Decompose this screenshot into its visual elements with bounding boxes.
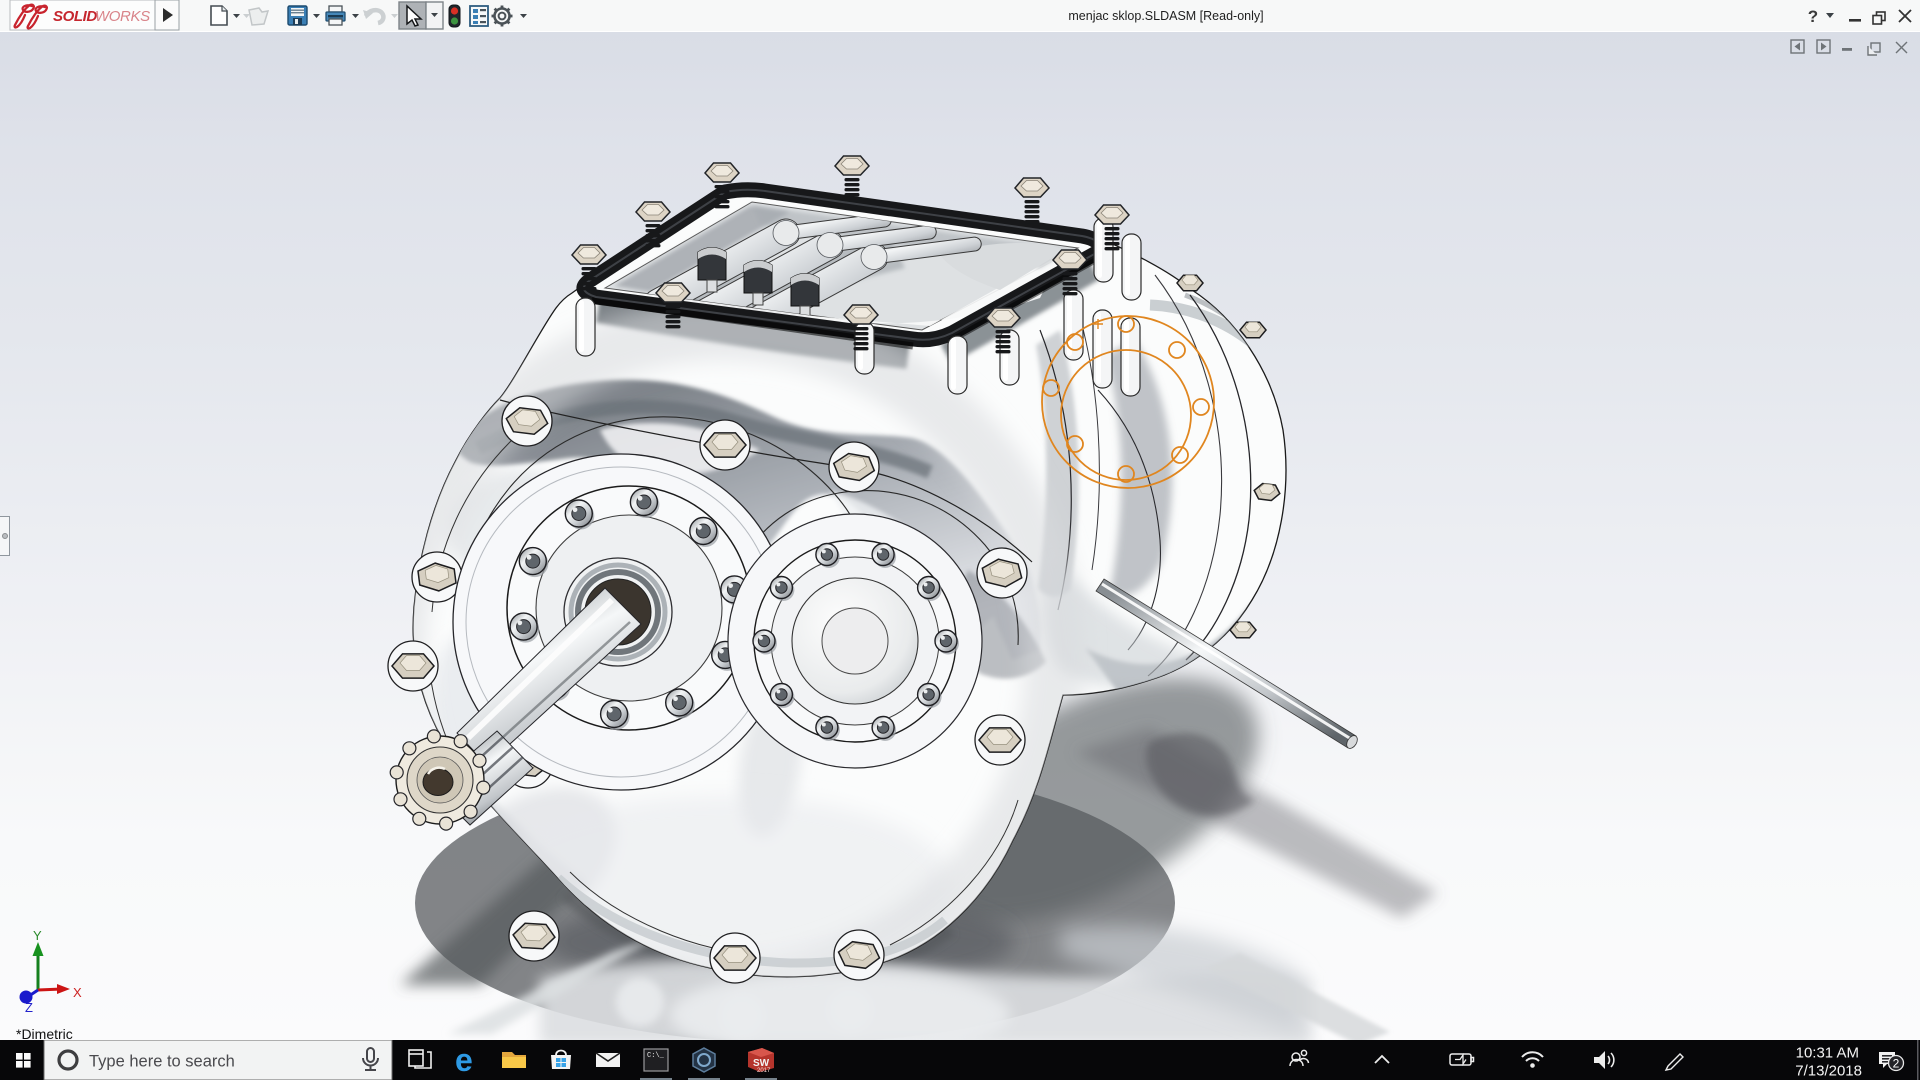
svg-text:2017: 2017 [757,1068,771,1074]
svg-text:e: e [455,1042,473,1078]
svg-text:Y: Y [33,928,42,943]
svg-text:SOLID: SOLID [53,8,97,25]
svg-text:Z: Z [25,1000,33,1015]
svg-text:7/13/2018: 7/13/2018 [1795,1063,1862,1080]
svg-text:X: X [73,985,82,1000]
svg-text:?: ? [1808,7,1818,26]
svg-text:10:31 AM: 10:31 AM [1796,1045,1859,1062]
svg-text:menjac sklop.SLDASM [Read-only: menjac sklop.SLDASM [Read-only] [1068,9,1263,23]
svg-text:C:\_: C:\_ [647,1052,665,1060]
svg-text:WORKS: WORKS [95,8,150,25]
svg-text:2: 2 [1893,1057,1900,1071]
svg-text:Type here to search: Type here to search [89,1053,235,1071]
